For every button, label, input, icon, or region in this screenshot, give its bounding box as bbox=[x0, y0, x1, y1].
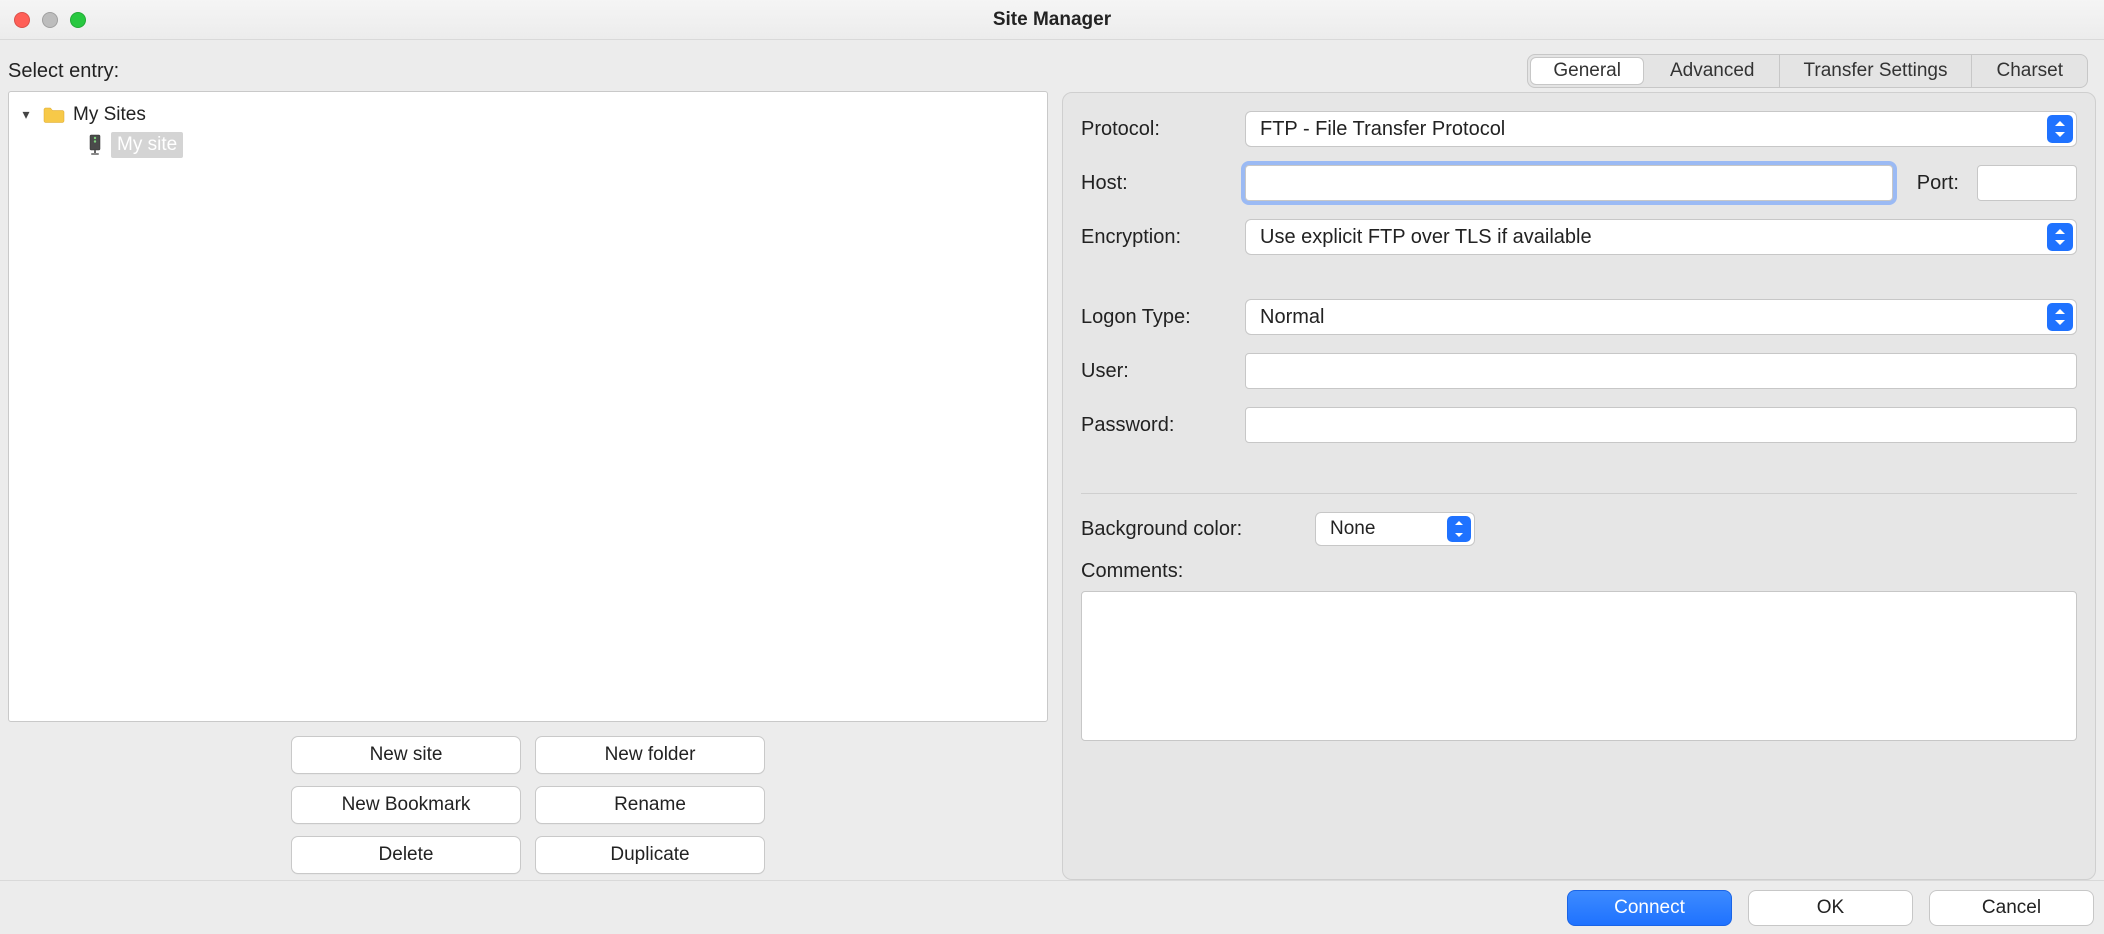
tree-item-my-site[interactable]: My site bbox=[17, 130, 1039, 160]
encryption-value: Use explicit FTP over TLS if available bbox=[1260, 226, 1592, 249]
host-label: Host: bbox=[1081, 172, 1231, 195]
dropdown-stepper-icon bbox=[2047, 115, 2073, 143]
select-entry-label: Select entry: bbox=[8, 50, 1048, 91]
encryption-label: Encryption: bbox=[1081, 226, 1231, 249]
window-title: Site Manager bbox=[0, 9, 2104, 31]
tab-general[interactable]: General bbox=[1530, 57, 1644, 85]
divider bbox=[1081, 493, 2077, 494]
logon-type-value: Normal bbox=[1260, 306, 1324, 329]
password-input[interactable] bbox=[1245, 407, 2077, 443]
bgcolor-select[interactable]: None bbox=[1315, 512, 1475, 546]
dropdown-stepper-icon bbox=[1447, 516, 1471, 542]
encryption-select[interactable]: Use explicit FTP over TLS if available bbox=[1245, 219, 2077, 255]
disclosure-triangle-icon[interactable]: ▾ bbox=[17, 106, 35, 123]
dialog-footer: Connect OK Cancel bbox=[0, 880, 2104, 934]
server-icon bbox=[87, 134, 103, 156]
dropdown-stepper-icon bbox=[2047, 303, 2073, 331]
content-area: Select entry: ▾ My Sites bbox=[0, 40, 2104, 880]
ok-button[interactable]: OK bbox=[1748, 890, 1913, 926]
new-site-button[interactable]: New site bbox=[291, 736, 521, 774]
rename-button[interactable]: Rename bbox=[535, 786, 765, 824]
tab-charset[interactable]: Charset bbox=[1972, 55, 2087, 87]
port-label: Port: bbox=[1907, 172, 1963, 195]
logon-type-label: Logon Type: bbox=[1081, 306, 1231, 329]
host-input[interactable] bbox=[1245, 165, 1893, 201]
dropdown-stepper-icon bbox=[2047, 223, 2073, 251]
protocol-label: Protocol: bbox=[1081, 118, 1231, 141]
protocol-select[interactable]: FTP - File Transfer Protocol bbox=[1245, 111, 2077, 147]
duplicate-button[interactable]: Duplicate bbox=[535, 836, 765, 874]
new-bookmark-button[interactable]: New Bookmark bbox=[291, 786, 521, 824]
tree-root-my-sites[interactable]: ▾ My Sites bbox=[17, 100, 1039, 130]
comments-label: Comments: bbox=[1081, 560, 2077, 583]
tree-root-label: My Sites bbox=[73, 104, 146, 126]
tab-advanced[interactable]: Advanced bbox=[1646, 55, 1780, 87]
protocol-value: FTP - File Transfer Protocol bbox=[1260, 118, 1505, 141]
right-pane: General Advanced Transfer Settings Chars… bbox=[1062, 50, 2096, 880]
folder-icon bbox=[43, 106, 65, 124]
titlebar: Site Manager bbox=[0, 0, 2104, 40]
bgcolor-label: Background color: bbox=[1081, 518, 1301, 541]
comments-textarea[interactable] bbox=[1081, 591, 2077, 741]
cancel-button[interactable]: Cancel bbox=[1929, 890, 2094, 926]
user-input[interactable] bbox=[1245, 353, 2077, 389]
delete-button[interactable]: Delete bbox=[291, 836, 521, 874]
logon-type-select[interactable]: Normal bbox=[1245, 299, 2077, 335]
port-input[interactable] bbox=[1977, 165, 2077, 201]
tab-transfer-settings[interactable]: Transfer Settings bbox=[1780, 55, 1973, 87]
user-label: User: bbox=[1081, 360, 1231, 383]
tab-bar: General Advanced Transfer Settings Chars… bbox=[1062, 54, 2096, 88]
site-tree[interactable]: ▾ My Sites M bbox=[8, 91, 1048, 722]
site-action-buttons: New site New folder New Bookmark Rename … bbox=[8, 722, 1048, 880]
left-pane: Select entry: ▾ My Sites bbox=[8, 50, 1048, 880]
bgcolor-value: None bbox=[1330, 518, 1375, 540]
new-folder-button[interactable]: New folder bbox=[535, 736, 765, 774]
password-label: Password: bbox=[1081, 414, 1231, 437]
tree-item-label: My site bbox=[111, 132, 183, 158]
general-form: Protocol: FTP - File Transfer Protocol H… bbox=[1062, 92, 2096, 880]
connect-button[interactable]: Connect bbox=[1567, 890, 1732, 926]
